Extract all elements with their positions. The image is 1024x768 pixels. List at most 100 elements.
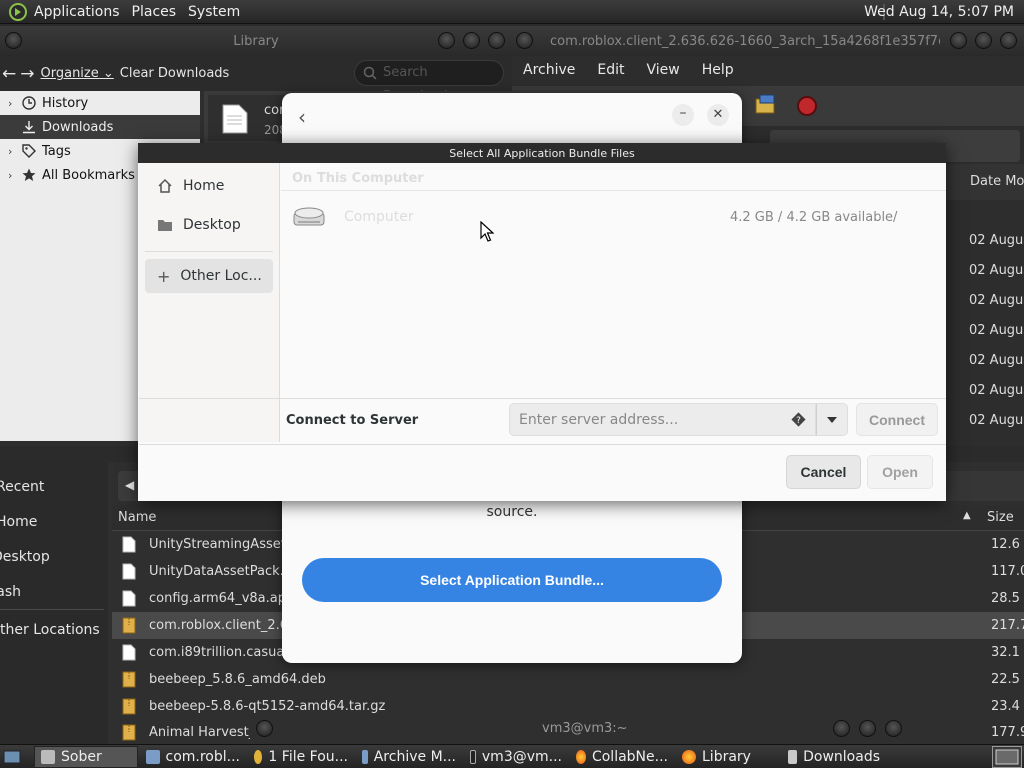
column-header-name[interactable]: Name [118,510,156,525]
drive-icon [292,205,326,229]
sidebar-item-history[interactable]: › History [0,91,200,115]
clock[interactable]: Wed Aug 14, 5:07 PM [864,4,1014,20]
mouse-cursor-icon [480,221,494,242]
server-address-input[interactable]: Enter server address... [509,403,816,436]
minimize-button[interactable] [950,32,967,49]
task-sober[interactable]: Sober [34,745,138,768]
sidebar-separator [0,602,104,610]
sidebar-item-trash[interactable]: Trash [0,567,108,602]
system-menu[interactable]: System [188,4,240,20]
task-label: Sober [61,748,102,765]
maximize-button[interactable] [859,720,876,737]
task-terminal[interactable]: vm3@vm... [464,746,568,768]
file-name: config.arm64_v8a.apk [149,591,294,606]
close-button[interactable] [885,720,902,737]
task-library[interactable]: Library [676,746,780,768]
file-name: beebeep_5.8.6_amd64.deb [149,672,326,687]
minimize-button[interactable] [833,720,850,737]
chevron-right-icon[interactable]: › [8,169,22,182]
menu-help[interactable]: Help [702,62,734,78]
places-menu[interactable]: Places [132,4,177,20]
minimize-button[interactable] [438,32,455,49]
archive-titlebar[interactable]: com.roblox.client_2.636.626-1660_3arch_1… [512,26,1024,56]
forward-arrow-icon[interactable]: → [20,64,34,84]
location-row-computer[interactable]: Computer 4.2 GB / 4.2 GB available / [281,193,946,241]
server-history-dropdown[interactable] [816,403,848,436]
table-row[interactable]: beebeep_5.8.6_amd64.deb 22.5 MB [112,666,1024,693]
terminal-window[interactable]: vm3@vm3:~ [250,714,910,744]
organize-label: Organize [40,66,99,81]
close-button[interactable] [1000,32,1017,49]
task-label: CollabNe... [591,748,668,765]
task-search-results[interactable]: 1 File Fou... [248,746,354,768]
back-arrow-icon[interactable]: ← [2,64,16,84]
maximize-button[interactable] [975,32,992,49]
place-desktop[interactable]: Desktop [145,208,273,242]
menu-view[interactable]: View [647,62,680,78]
minimize-button[interactable]: – [672,104,694,126]
location-path: / [893,210,898,225]
distro-logo-icon[interactable] [8,2,28,22]
task-downloads[interactable]: Downloads [782,746,886,768]
select-application-bundle-button[interactable]: Select Application Bundle... [302,558,722,602]
close-button[interactable]: ✕ [707,104,729,126]
archive-date-cell: 02 August [969,263,1024,278]
connect-to-server-label: Connect to Server [286,413,419,428]
cancel-button[interactable]: Cancel [786,455,861,489]
window-menu-button[interactable] [5,32,22,49]
organize-menu[interactable]: Organize ⌄ [41,66,114,81]
sidebar-item-downloads[interactable]: Downloads [0,115,200,139]
place-other-locations[interactable]: + Other Loc... [145,259,273,293]
task-label: 1 File Fou... [268,748,348,765]
sidebar-item-label: Home [0,514,38,530]
extract-icon[interactable] [754,93,778,117]
menu-edit[interactable]: Edit [597,62,624,78]
document-icon [122,563,136,580]
task-archive-manager[interactable]: Archive M... [356,746,462,768]
task-roblox-archive[interactable]: com.robl... [140,746,246,768]
archive-menubar: Archive Edit View Help [512,56,1024,84]
column-header-size[interactable]: Size [987,510,1014,525]
archive-date-cell: 02 August [969,233,1024,248]
archive-manager-icon [146,749,160,764]
place-home[interactable]: Home [145,169,273,203]
stop-icon[interactable] [796,95,818,117]
file-chooser-title[interactable]: Select All Application Bundle Files [138,143,946,163]
firefox-icon [682,749,696,764]
library-titlebar[interactable]: Library [0,26,512,56]
workspace-switcher[interactable] [992,745,1022,768]
archive-date-cell: 02 August [969,353,1024,368]
archive-date-cell: 02 August [969,383,1024,398]
sidebar-item-other-locations[interactable]: Other Locations [0,610,108,645]
connect-button[interactable]: Connect [856,403,938,436]
plus-icon: + [157,266,171,286]
window-menu-button[interactable] [256,720,273,737]
close-button[interactable] [488,32,505,49]
path-back-button[interactable]: ◀ [118,471,140,501]
task-collabnet[interactable]: CollabNe... [570,746,674,768]
applications-menu[interactable]: Applications [34,4,120,20]
sidebar-item-recent[interactable]: Recent [0,462,108,497]
sidebar-item-desktop[interactable]: Desktop [0,532,108,567]
maximize-button[interactable] [463,32,480,49]
sort-ascending-icon[interactable]: ▲ [963,510,971,521]
location-space: 4.2 GB / 4.2 GB available [730,210,894,225]
task-label: Library [702,748,751,765]
back-chevron-icon[interactable]: ‹ [298,105,306,129]
folder-icon [157,217,173,233]
sidebar-item-home[interactable]: Home [0,497,108,532]
chevron-right-icon[interactable]: › [8,145,22,158]
chevron-right-icon[interactable]: › [8,97,22,110]
archive-icon [122,698,136,715]
menu-archive[interactable]: Archive [523,62,575,78]
open-button[interactable]: Open [867,455,933,489]
sidebar-item-label: Downloads [42,119,114,135]
clear-downloads-button[interactable]: Clear Downloads [120,66,230,81]
section-header: On This Computer [281,163,946,191]
column-header-date-modified[interactable]: Date Modified [946,164,1024,200]
show-desktop-icon[interactable] [0,746,24,768]
location-name: Computer [344,209,414,225]
window-menu-button[interactable] [516,32,533,49]
sidebar-item-label: Desktop [0,549,50,565]
help-icon[interactable]: ? [790,411,807,428]
